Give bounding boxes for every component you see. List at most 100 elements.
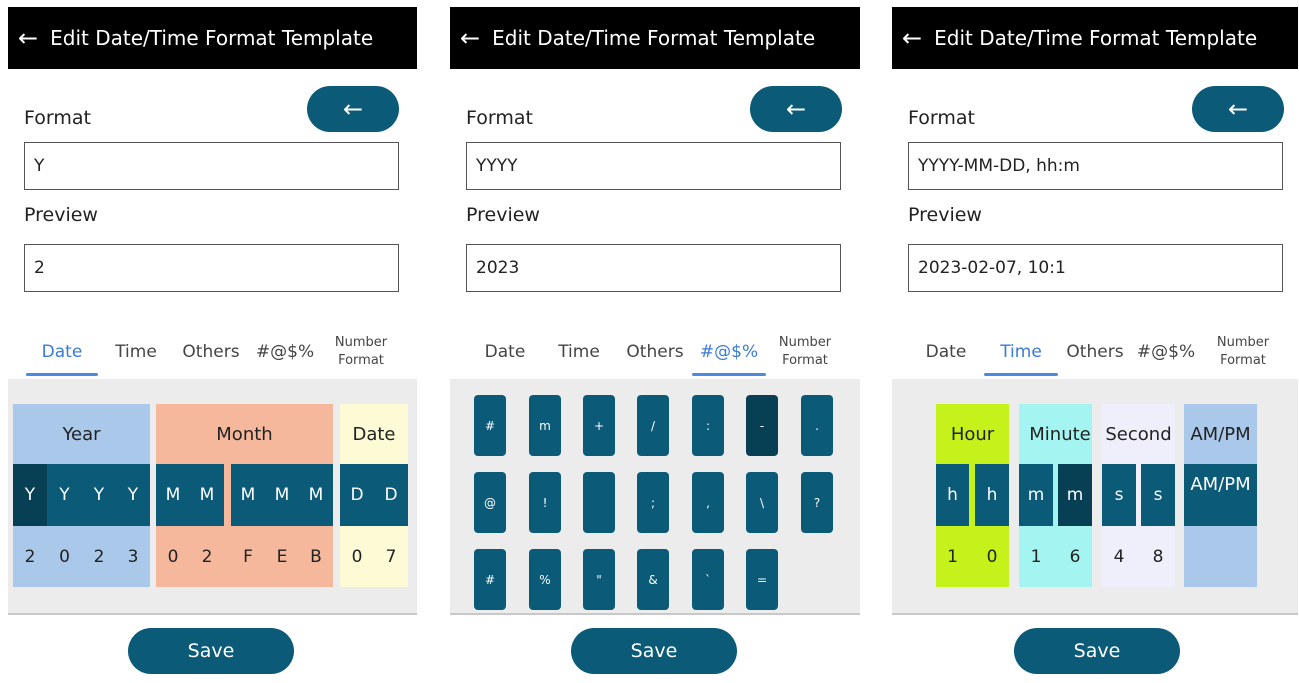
- back-arrow-icon[interactable]: ←: [902, 26, 922, 50]
- month-token: M: [308, 485, 324, 505]
- symbol-key[interactable]: &: [637, 549, 669, 610]
- month-token: M: [240, 485, 256, 505]
- tab-number-format[interactable]: Number Format: [1208, 325, 1278, 379]
- second-digit: 8: [1152, 546, 1164, 567]
- tab-symbols-label: #@$%: [699, 342, 759, 362]
- panel-divider: [450, 613, 860, 615]
- back-arrow-icon[interactable]: ←: [18, 26, 38, 50]
- symbol-key[interactable]: `: [692, 549, 724, 610]
- symbol-key[interactable]: m: [529, 395, 561, 456]
- symbol-key-space[interactable]: [583, 472, 615, 533]
- year-token-button[interactable]: Y: [116, 464, 150, 526]
- second-header: Second: [1105, 423, 1172, 445]
- time-token-panel: Hour h h 1 0 Minute m m 1 6 Second s s 4…: [892, 379, 1298, 615]
- format-input[interactable]: YYYY-MM-DD, hh:m: [908, 142, 1283, 190]
- minute-token-button[interactable]: m: [1019, 464, 1053, 526]
- ampm-header: AM/PM: [1190, 423, 1251, 445]
- tab-date[interactable]: Date: [476, 325, 534, 379]
- symbol-key[interactable]: =: [746, 549, 778, 610]
- panel-divider: [8, 613, 417, 615]
- symbol-key[interactable]: %: [529, 549, 561, 610]
- tab-number-format[interactable]: Number Format: [770, 325, 840, 379]
- minute-token-button[interactable]: m: [1058, 464, 1092, 526]
- tab-symbols[interactable]: #@$%: [1134, 325, 1198, 379]
- preview-label: Preview: [908, 204, 982, 226]
- ampm-token-button[interactable]: AM/PM: [1184, 464, 1257, 526]
- year-group: Year Y Y Y Y 2 0 2 3: [13, 404, 150, 587]
- year-digit: 2: [93, 546, 105, 567]
- tab-number-format[interactable]: Number Format: [326, 325, 396, 379]
- tab-time[interactable]: Time: [984, 325, 1058, 379]
- tab-others[interactable]: Others: [1062, 325, 1128, 379]
- tab-time[interactable]: Time: [552, 325, 606, 379]
- second-token-button[interactable]: s: [1141, 464, 1175, 526]
- symbol-key[interactable]: .: [801, 395, 833, 456]
- app-bar: ← Edit Date/Time Format Template: [8, 7, 417, 69]
- date-token-panel: Year Y Y Y Y 2 0 2 3 Month M M M M M 0 2…: [8, 379, 417, 615]
- panel-divider: [892, 613, 1298, 615]
- symbol-key[interactable]: \: [746, 472, 778, 533]
- tab-active-indicator: [984, 373, 1058, 376]
- symbol-key[interactable]: #: [474, 549, 506, 610]
- symbol-key[interactable]: #: [474, 395, 506, 456]
- month-token: M: [199, 485, 215, 505]
- app-bar: ← Edit Date/Time Format Template: [892, 7, 1298, 69]
- format-input[interactable]: YYYY: [466, 142, 841, 190]
- second-digit: 4: [1113, 546, 1125, 567]
- month-numeric-token-button[interactable]: M M: [156, 464, 224, 526]
- hour-token-button[interactable]: h: [936, 464, 969, 526]
- tab-symbols[interactable]: #@$%: [692, 325, 766, 379]
- year-token-button[interactable]: Y: [47, 464, 82, 526]
- hour-token-button[interactable]: h: [975, 464, 1009, 526]
- save-button[interactable]: Save: [128, 628, 294, 674]
- save-button[interactable]: Save: [1014, 628, 1180, 674]
- tab-number-format-line2: Format: [782, 353, 828, 368]
- preview-field: 2023-02-07, 10:1: [908, 244, 1283, 292]
- symbol-key[interactable]: !: [529, 472, 561, 533]
- month-header: Month: [216, 423, 273, 445]
- backspace-button[interactable]: ←: [1192, 86, 1284, 132]
- format-label: Format: [466, 107, 533, 129]
- tab-number-format-line1: Number: [1216, 335, 1270, 351]
- tab-others[interactable]: Others: [622, 325, 688, 379]
- symbol-key[interactable]: :: [692, 395, 724, 456]
- symbol-key[interactable]: ,: [692, 472, 724, 533]
- symbol-key[interactable]: ;: [637, 472, 669, 533]
- save-button[interactable]: Save: [571, 628, 737, 674]
- year-token-button[interactable]: Y: [82, 464, 116, 526]
- year-token-button[interactable]: Y: [13, 464, 47, 526]
- second-token-button[interactable]: s: [1102, 464, 1136, 526]
- day-token-button[interactable]: D D: [340, 464, 408, 526]
- day-digit: 7: [385, 546, 397, 567]
- preview-field: 2023: [466, 244, 841, 292]
- tab-number-format-line1: Number: [778, 335, 832, 351]
- format-input[interactable]: Y: [24, 142, 399, 190]
- symbol-key[interactable]: /: [637, 395, 669, 456]
- symbol-key[interactable]: +: [583, 395, 615, 456]
- back-arrow-icon[interactable]: ←: [460, 26, 480, 50]
- format-label: Format: [908, 107, 975, 129]
- backspace-button[interactable]: ←: [750, 86, 842, 132]
- tab-symbols[interactable]: #@$%: [254, 325, 316, 379]
- month-name-token-button[interactable]: M M M: [231, 464, 333, 526]
- tab-active-indicator: [26, 373, 98, 376]
- tab-date[interactable]: Date: [918, 325, 974, 379]
- symbol-key[interactable]: ?: [801, 472, 833, 533]
- minute-group: Minute m m 1 6: [1019, 404, 1092, 587]
- month-letter: E: [276, 546, 288, 567]
- backspace-button[interactable]: ←: [307, 86, 399, 132]
- tab-bar: Date Time Others #@$% Number Format: [892, 325, 1298, 379]
- preview-label: Preview: [466, 204, 540, 226]
- tab-number-format-line2: Format: [338, 353, 384, 368]
- tab-others[interactable]: Others: [178, 325, 244, 379]
- symbol-key[interactable]: ": [583, 549, 615, 610]
- tab-date-label: Date: [41, 342, 83, 362]
- arrow-left-icon: ←: [342, 95, 364, 123]
- screen-date-tab: ← Edit Date/Time Format Template ← Forma…: [8, 7, 417, 683]
- symbol-key-selected[interactable]: -: [746, 395, 778, 456]
- symbol-key[interactable]: @: [474, 472, 506, 533]
- tab-time[interactable]: Time: [110, 325, 162, 379]
- tab-number-format-line2: Format: [1220, 353, 1266, 368]
- month-group: Month M M M M M 0 2 F E B: [156, 404, 333, 587]
- tab-date[interactable]: Date: [26, 325, 98, 379]
